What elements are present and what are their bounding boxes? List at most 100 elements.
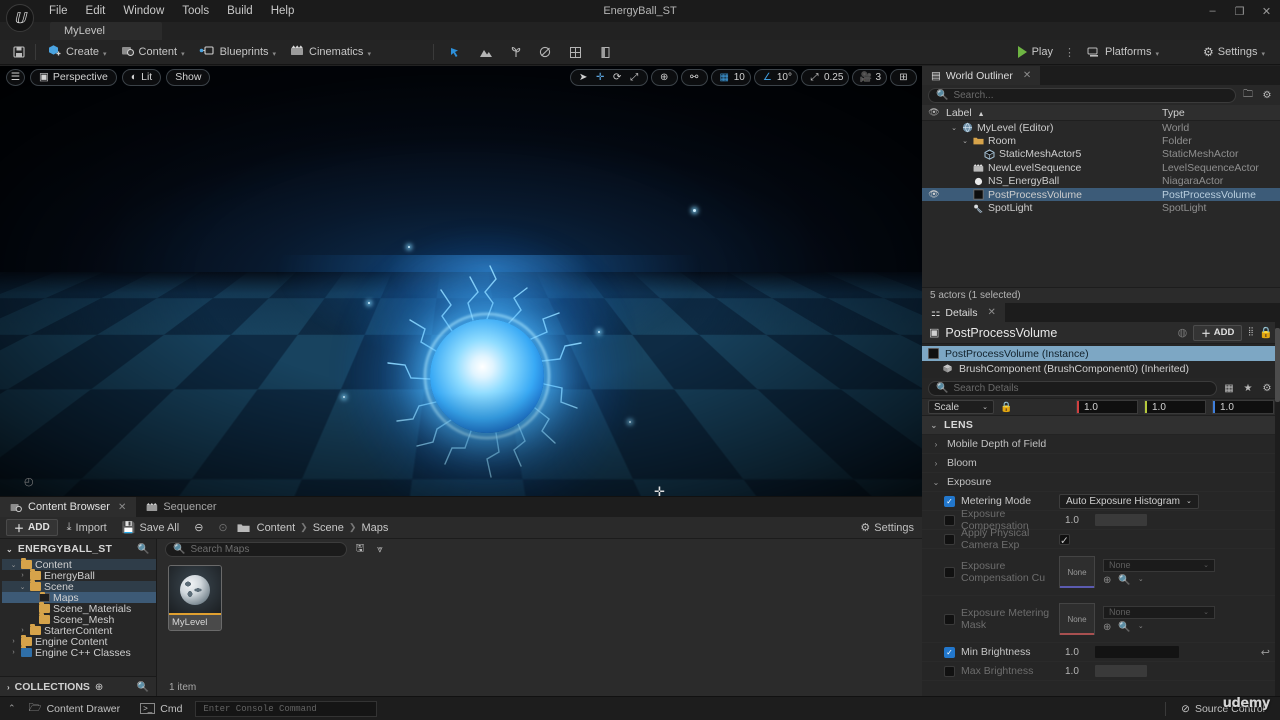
component-row-brushcomponent[interactable]: BrushComponent (BrushComponent0) (Inheri… (922, 361, 1280, 376)
breadcrumb-item-maps[interactable]: Maps (361, 522, 388, 534)
rotate-icon[interactable]: ⟳ (610, 70, 625, 85)
outliner-row-newlevelsequence[interactable]: NewLevelSequenceLevelSequenceActor (922, 161, 1280, 174)
content-tree-item-scene-mesh[interactable]: Scene_Mesh (2, 614, 156, 625)
menu-item-build[interactable]: Build (218, 2, 262, 20)
asset-thumbnail-picker[interactable]: None (1059, 556, 1095, 588)
content-tree-item-content[interactable]: ⌄Content (2, 559, 156, 570)
chevron-right-icon[interactable]: › (932, 440, 940, 449)
property-value[interactable]: 1.0 (1059, 666, 1095, 677)
property-checkbox[interactable] (944, 666, 955, 677)
gear-icon[interactable]: ⚙ (1260, 381, 1274, 395)
category-lens[interactable]: ⌄LENS (922, 416, 1280, 435)
content-tree-item-scene[interactable]: ⌄Scene (2, 581, 156, 592)
viewport-view-mode[interactable]: ◐ Lit (122, 69, 161, 86)
property-checkbox[interactable]: ✓ (944, 496, 955, 507)
level-viewport[interactable]: ☰ ▣ Perspective ◐ Lit Show ➤ ✛ ⟳ ⤢ (0, 66, 922, 496)
chevron-right-icon[interactable]: › (9, 649, 18, 656)
maximize-button[interactable]: ❐ (1226, 0, 1253, 22)
menu-item-edit[interactable]: Edit (77, 2, 115, 20)
toolbar-create-button[interactable]: Create▾ (41, 42, 114, 62)
search-icon[interactable]: 🔍 (1118, 575, 1130, 586)
reset-to-default-icon[interactable]: ↩ (1261, 646, 1270, 659)
nav-back-button[interactable]: ⊖ (188, 519, 209, 536)
content-tree-item-maps[interactable]: Maps (2, 592, 156, 603)
close-button[interactable]: ✕ (1253, 0, 1280, 22)
play-options-icon[interactable]: ⋮ (1059, 46, 1080, 59)
menu-item-file[interactable]: File (40, 2, 77, 20)
outliner-row-room[interactable]: ⌄RoomFolder (922, 134, 1280, 147)
favorite-star-icon[interactable]: ★ (1241, 381, 1255, 395)
property-slider[interactable] (1095, 646, 1179, 658)
details-scrollbar-track[interactable] (1275, 322, 1280, 715)
grid-snap-group[interactable]: ▦ 10 (711, 69, 751, 86)
property-value-checkbox[interactable]: ✓ (1059, 534, 1070, 545)
details-scrollbar-thumb[interactable] (1275, 328, 1280, 402)
outliner-row-staticmeshactor5[interactable]: StaticMeshActor5StaticMeshActor (922, 148, 1280, 161)
chevron-down-icon[interactable]: ⌄ (18, 583, 27, 591)
add-collection-icon[interactable]: ⊕ (95, 682, 103, 693)
move-icon[interactable]: ✛ (593, 70, 608, 85)
mesh-paint-icon[interactable] (535, 41, 557, 63)
details-grid-view-icon[interactable]: ▦ (1222, 381, 1236, 395)
breadcrumb-item-content[interactable]: Content (257, 522, 296, 534)
chevron-right-icon[interactable]: › (18, 627, 27, 634)
collections-section[interactable]: › COLLECTIONS ⊕ 🔍 (0, 676, 156, 697)
minimize-button[interactable]: – (1199, 0, 1226, 22)
asset-picker-field[interactable]: None⌄ (1103, 606, 1215, 619)
scale-z-input[interactable]: 1.0 (1212, 400, 1274, 414)
camera-speed-group[interactable]: 🎥 3 (852, 69, 887, 86)
asset-thumbnail-picker[interactable]: None (1059, 603, 1095, 635)
property-checkbox[interactable]: ✓ (944, 647, 955, 658)
chevron-down-icon[interactable]: ⌄ (950, 124, 958, 132)
outliner-row-postprocessvolume[interactable]: 👁PostProcessVolumePostProcessVolume (922, 188, 1280, 201)
content-tree-item-engine-c-classes[interactable]: ›Engine C++ Classes (2, 647, 156, 658)
angle-snap-group[interactable]: ∠ 10° (754, 69, 798, 86)
browse-to-asset-icon[interactable]: ⊕ (1103, 622, 1111, 633)
fracture-icon[interactable] (565, 41, 587, 63)
chevron-down-icon[interactable]: ⌄ (9, 561, 18, 569)
content-browser-settings-button[interactable]: ⚙ Settings (860, 521, 916, 534)
viewport-layout-group[interactable]: ⊞ (890, 69, 917, 86)
outliner-search-input[interactable]: 🔍 Search... (928, 88, 1236, 103)
search-assets-input[interactable]: 🔍 Search Maps (165, 542, 347, 557)
lock-ratio-icon[interactable]: 🔒 (1000, 402, 1012, 413)
menu-item-help[interactable]: Help (262, 2, 304, 20)
platforms-button[interactable]: Platforms ▾ (1080, 42, 1166, 62)
section-bloom[interactable]: ›Bloom (922, 454, 1280, 473)
viewport-menu-icon[interactable]: ☰ (6, 69, 25, 86)
import-button[interactable]: ⤓ Import (61, 519, 113, 536)
gear-icon[interactable]: ⚙ (1260, 88, 1274, 102)
content-drawer-button[interactable]: 🗁 Content Drawer (22, 700, 128, 718)
outliner-row-spotlight[interactable]: SpotLightSpotLight (922, 201, 1280, 214)
landscape-mode-icon[interactable] (475, 41, 497, 63)
save-search-icon[interactable]: 🖫 (353, 543, 367, 557)
property-value[interactable]: 1.0 (1059, 515, 1095, 526)
property-slider[interactable] (1095, 665, 1147, 677)
foliage-mode-icon[interactable] (505, 41, 527, 63)
chevron-down-icon[interactable]: ⌄ (930, 421, 938, 430)
unreal-logo-icon[interactable]: 𝕌 (6, 4, 34, 32)
label-column-header[interactable]: Label ▲ (946, 107, 1162, 119)
chevron-right-icon[interactable]: › (9, 638, 18, 645)
save-all-button[interactable]: 💾 Save All (116, 519, 185, 536)
scale-icon[interactable]: ⤢ (627, 70, 642, 85)
content-add-button[interactable]: ＋ ADD (6, 519, 58, 536)
toolbar-cinematics-button[interactable]: Cinematics▾ (283, 42, 378, 62)
new-folder-icon[interactable]: 🗀 (1241, 88, 1255, 102)
details-search-input[interactable]: 🔍 Search Details (928, 381, 1217, 396)
scale-x-input[interactable]: 1.0 (1076, 400, 1138, 414)
component-row-postprocessvolume[interactable]: PostProcessVolume (Instance) (922, 346, 1280, 361)
cmd-button[interactable]: >_ Cmd (133, 700, 189, 718)
scale-snap-group[interactable]: ⤢ 0.25 (801, 69, 849, 86)
asset-tile-mylevel[interactable]: MyLevel (169, 566, 221, 630)
close-icon[interactable]: ✕ (118, 502, 126, 513)
console-command-input[interactable]: Enter Console Command (195, 701, 377, 717)
content-tree-item-scene-materials[interactable]: Scene_Materials (2, 603, 156, 614)
tab-world-outliner[interactable]: ▤ World Outliner ✕ (922, 66, 1040, 85)
lock-icon[interactable]: 🔒 (1259, 326, 1273, 339)
search-icon[interactable]: 🔍 (137, 544, 150, 555)
chevron-down-icon[interactable]: ⌄ (961, 137, 969, 145)
details-add-component-button[interactable]: ＋ ADD (1193, 325, 1242, 341)
nav-forward-button[interactable]: ⊙ (212, 519, 233, 536)
select-arrow-icon[interactable]: ➤ (576, 70, 591, 85)
